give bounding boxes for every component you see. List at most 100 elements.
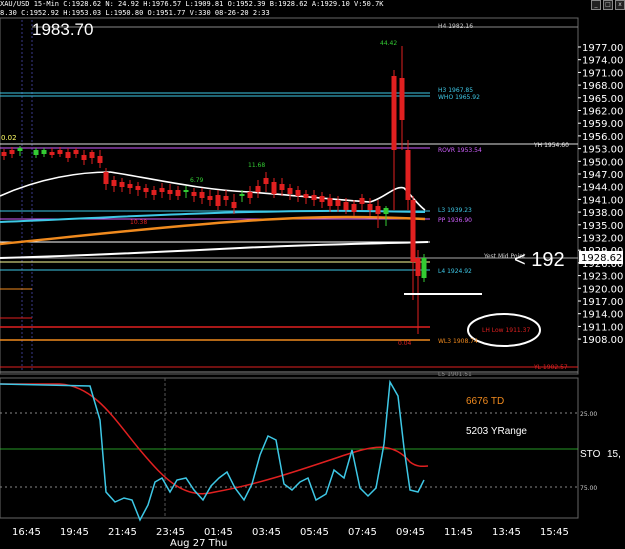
candle-body [49,152,55,155]
maximize-button[interactable]: □ [603,0,613,10]
candle-body [183,190,189,192]
candle-body [335,200,341,206]
price-axis-tick: 1908.00 [582,335,623,346]
price-axis-tick: 1968.00 [582,81,623,92]
current-price: 1928.62 [581,253,622,264]
candle-body [399,78,405,120]
level-label-group: H4 1982.16 H3 1967.85 WHO 1965.92 YH 195… [1,23,569,378]
session-dividers [21,20,33,372]
candle-body [415,258,421,276]
candle-body [119,182,125,187]
white-moving-average-long [0,241,429,259]
level-label-l4: L4 1924.92 [438,268,472,275]
level-label-who: WHO 1965.92 [438,94,480,101]
price-axis-tick: 1971.00 [582,68,623,79]
time-axis-tick: 15:45 [540,527,569,538]
candle-body [135,186,141,190]
time-axis-tick: 01:45 [204,527,233,538]
price-axis[interactable]: 1977.00 1974.001971.00 1968.00 1965.00 1962.… [578,43,623,346]
candle-body [159,188,165,192]
annotation-a4: 0.04 [398,340,412,347]
indicator-level-75: 75.00 [580,485,597,492]
candle-body [103,172,109,184]
time-axis-tick: 21:45 [108,527,137,538]
time-axis-tick: 03:45 [252,527,281,538]
price-axis-tick: 1962.00 [582,107,623,118]
time-axis-tick: 16:45 [12,527,41,538]
candle-body [239,194,245,196]
window-controls[interactable]: _ □ x [591,0,625,10]
big-price-readout: 1983.70 [32,20,94,39]
time-axis-tick: 07:45 [348,527,377,538]
price-axis-tick: 1938.00 [582,208,623,219]
candle-body [263,178,269,184]
time-axis-tick: 19:45 [60,527,89,538]
annotation-a1: 11.68 [248,162,265,169]
candle-body [343,202,349,210]
price-axis-tick: 1914.00 [582,310,623,321]
level-lines [0,26,578,373]
level-label-h3: H3 1967.85 [438,87,473,94]
candle-body [65,152,71,158]
candle-body [215,195,221,206]
candle-body [57,150,63,154]
candle-body [41,150,47,154]
level-label-yh: YH 1954.60 [533,142,569,149]
handwritten-annotation: < 192 [514,249,565,271]
chart-canvas[interactable]: H4 1982.16 H3 1967.85 WHO 1965.92 YH 195… [0,0,625,549]
time-axis-tick: 09:45 [396,527,425,538]
candle-body [151,190,157,195]
candle-body [97,156,103,163]
candle-body [199,192,205,198]
time-axis[interactable]: 16:45 19:45 21:45 23:45 01:45 03:45 05:45 07:45… [12,527,569,538]
level-label-rovr: ROVR 1953.54 [438,147,482,154]
sto-value: 15, [607,449,621,460]
candle-body [207,196,213,200]
candle-body [383,208,389,214]
minimize-button[interactable]: _ [591,0,601,10]
candle-body [17,148,23,151]
price-axis-tick: 1953.00 [582,145,623,156]
level-label-l3: L3 1939.23 [438,207,472,214]
close-button[interactable]: x [615,0,625,10]
candle-body [247,192,253,198]
candle-body [33,150,39,155]
candle-body [175,190,181,196]
candle-body [231,202,237,208]
candle-body [111,180,117,186]
annotation-a3: 10.38 [130,219,147,226]
candle-body [359,198,365,204]
header-quote-line: XAU/USD 15-Min C:1928.62 N: 24.92 H:1976… [0,0,384,8]
level-label-lh-low: LH Low 1911.37 [482,327,530,334]
candle-body [279,184,285,190]
candle-body [223,196,229,200]
white-moving-average-short [0,171,426,211]
candle-body [303,194,309,198]
time-axis-tick: 23:45 [156,527,185,538]
header-bar-line: 8.30 C:1952.92 H:1953.03 L:1950.80 O:195… [0,9,270,17]
candle-body [295,190,301,196]
level-label-h4: H4 1982.16 [438,23,473,30]
price-axis-tick: 1932.00 [582,234,623,245]
candle-body [89,152,95,158]
candle-body [421,258,427,278]
candle-body [410,200,416,262]
sto-red-line [0,383,429,495]
sto-label: STO [580,449,601,460]
candle-body [143,188,149,192]
level-label-pp: PP 1936.90 [438,217,472,224]
price-axis-tick: 1947.00 [582,170,623,181]
candle-body [327,198,333,206]
candle-body [255,186,261,192]
date-label: Aug 27 Thu [170,538,227,549]
candle-body [391,76,397,150]
indicator-level-25: 25.00 [580,411,597,418]
candle-body [405,150,411,200]
level-label-wl3: WL3 1908.74 [438,338,478,345]
candle-body [127,184,133,188]
candle-body [375,206,381,214]
candle-body [81,155,87,160]
yrange-label: 5203 YRange [466,426,527,437]
price-axis-tick: 1974.00 [582,56,623,67]
time-axis-tick: 05:45 [300,527,329,538]
